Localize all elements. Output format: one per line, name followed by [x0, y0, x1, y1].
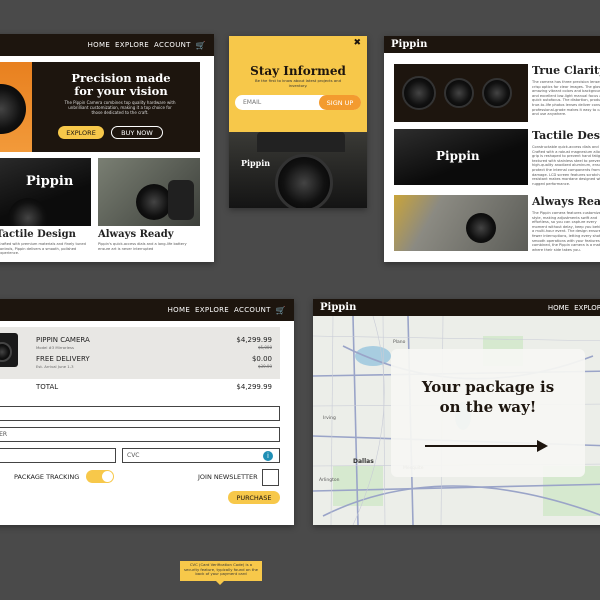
brand-logo[interactable]: Pippin: [320, 302, 356, 313]
nav-account-link[interactable]: ACCOUNT: [154, 41, 191, 49]
cvc-tooltip: CVC (Card Verification Code) is a securi…: [180, 561, 262, 585]
popup-camera-image: Pippin: [229, 132, 367, 208]
hero-description: The Pippin Camera combines top quality h…: [64, 100, 176, 115]
order-summary: PIPPIN CAMERA Model #3 Mirrorless $4,299…: [0, 327, 280, 379]
nav-explore-link[interactable]: EXPLORE: [195, 306, 229, 314]
tracking-header: Pippin HOME EXPLORE: [313, 299, 600, 316]
nav-explore-link[interactable]: EXPLORE: [574, 304, 600, 312]
ready-image: [98, 158, 200, 226]
clarity-title: True Clarity: [532, 64, 600, 77]
features-page-frame: Pippin True Clarity The camera has three…: [384, 36, 600, 262]
nav-account-link[interactable]: ACCOUNT: [234, 306, 271, 314]
camera-brand-text: Pippin: [26, 174, 74, 189]
lenses-image: [394, 64, 528, 122]
street-image: [394, 195, 528, 251]
tracking-frame: Pippin HOME EXPLORE: [313, 299, 600, 525]
tactile-description-2: Constructable quick-access dials and Cra…: [532, 145, 600, 186]
tactile-image-2: Pippin: [394, 129, 528, 185]
signup-button[interactable]: SIGN UP: [319, 95, 361, 110]
tactile-title-2: Tactile Design: [532, 129, 600, 142]
newsletter-label: JOIN NEWSLETTER: [198, 473, 258, 481]
item-price: $4,299.99: [236, 336, 272, 344]
newsletter-checkbox[interactable]: [262, 469, 279, 486]
popup-camera-brand: Pippin: [241, 158, 271, 168]
explore-button[interactable]: EXPLORE: [58, 126, 104, 139]
top-nav: HOME EXPLORE ACCOUNT 🛒: [0, 34, 214, 56]
checkout-nav: HOME EXPLORE ACCOUNT 🛒: [0, 299, 294, 321]
popup-subtitle: Be the first to know about latest projec…: [254, 78, 342, 88]
delivery-strike-price: $39.99: [258, 364, 272, 369]
cvc-placeholder: CVC: [127, 452, 140, 459]
item-name: PIPPIN CAMERA: [36, 336, 90, 344]
delivery-price: $0.00: [251, 355, 272, 363]
close-icon[interactable]: ✖: [353, 38, 361, 48]
tracking-label: PACKAGE TRACKING: [14, 473, 80, 481]
nav-explore-link[interactable]: EXPLORE: [115, 41, 149, 49]
hero-title: Precision made for your vision: [71, 71, 171, 98]
nav-home-link[interactable]: HOME: [548, 304, 569, 312]
map-label: Plano: [393, 340, 406, 345]
purchase-button[interactable]: PURCHASE: [228, 491, 280, 504]
map-label: Irving: [323, 416, 336, 421]
map-label: Arlington: [319, 478, 340, 483]
cart-icon[interactable]: 🛒: [196, 41, 206, 50]
features-header: Pippin: [384, 36, 600, 53]
name-field[interactable]: [0, 406, 280, 421]
brand-logo[interactable]: Pippin: [391, 39, 427, 50]
camera-thumbnail: [0, 333, 18, 367]
city-label: Dallas: [353, 458, 374, 465]
newsletter-popup: ✖ Stay Informed Be the first to know abo…: [229, 36, 367, 208]
landing-page-frame: HOME EXPLORE ACCOUNT 🛒 Precision made fo…: [0, 34, 214, 262]
buy-now-button[interactable]: BUY NOW: [111, 126, 163, 139]
item-strike-price: $5,000: [258, 345, 272, 350]
ready-title: Always Ready: [98, 229, 174, 240]
tracking-toggle[interactable]: [86, 470, 114, 483]
info-icon[interactable]: i: [263, 451, 273, 461]
arrow-head-icon: [537, 440, 548, 452]
email-input[interactable]: [235, 95, 315, 110]
delivery-name: FREE DELIVERY: [36, 355, 90, 363]
item-sub: Model #3 Mirrorless: [36, 345, 74, 350]
cart-icon[interactable]: 🛒: [276, 306, 286, 315]
package-message: Your package is on the way!: [421, 378, 555, 416]
nav-home-link[interactable]: HOME: [168, 306, 190, 314]
ready-title-2: Always Ready: [532, 195, 600, 208]
total-value: $4,299.99: [236, 383, 272, 391]
hero-banner: Precision made for your vision The Pippi…: [0, 62, 200, 152]
total-label: TOTAL: [36, 383, 59, 391]
cvc-field[interactable]: CVC i: [122, 448, 280, 463]
hero-camera-image: [0, 62, 32, 152]
popup-title: Stay Informed: [250, 64, 346, 78]
ready-description-2: The Pippin camera features customizable …: [532, 211, 600, 252]
tactile-image: Pippin: [0, 158, 91, 226]
tactile-description: Crafted with premium materials and finel…: [0, 242, 86, 256]
arrow-right-icon: [425, 445, 539, 447]
delivery-sub: Est. Arrival June 1-3: [36, 364, 74, 369]
ready-description: Pippin's quick-access dials and a long-l…: [98, 242, 187, 251]
card-number-field[interactable]: BER: [0, 427, 280, 442]
clarity-description: The camera has three precision lenses wi…: [532, 80, 600, 117]
expiry-field[interactable]: [0, 448, 116, 463]
tactile-title: Tactile Design: [0, 229, 76, 240]
tactile-brand-text: Pippin: [436, 149, 480, 163]
nav-home-link[interactable]: HOME: [88, 41, 110, 49]
email-field-wrap: SIGN UP: [235, 95, 361, 110]
checkout-frame: HOME EXPLORE ACCOUNT 🛒 PIPPIN CAMERA Mod…: [0, 299, 294, 525]
package-status-card: Your package is on the way!: [391, 349, 585, 477]
